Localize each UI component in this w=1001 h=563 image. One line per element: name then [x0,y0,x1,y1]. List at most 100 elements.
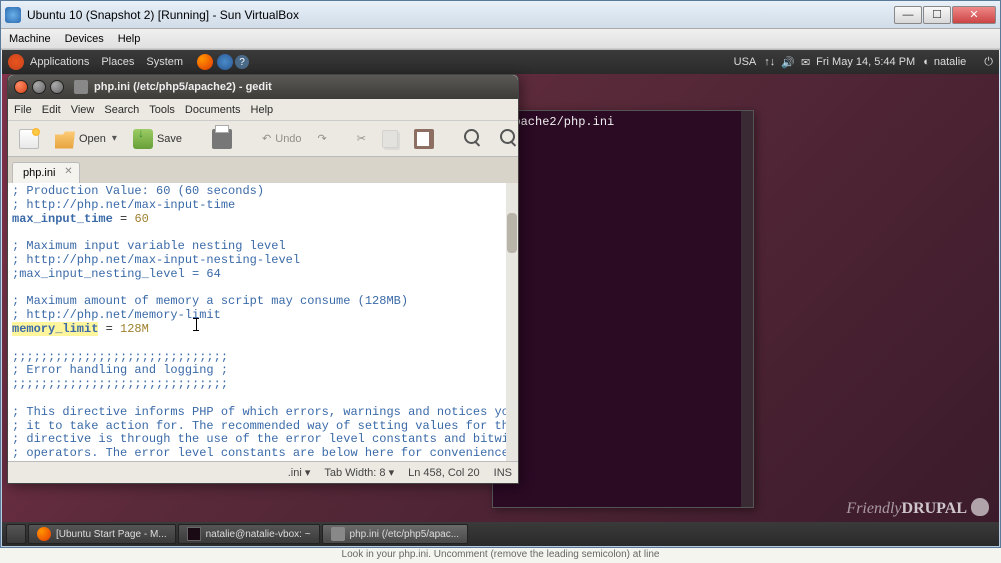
gedit-tab-phpini[interactable]: php.ini ✕ [12,162,80,183]
gedit-statusbar: .ini ▾ Tab Width: 8 ▾ Ln 458, Col 20 INS [8,461,518,483]
status-language[interactable]: .ini ▾ [288,466,311,479]
editor-line: ;max_input_nesting_level = 64 [12,267,221,281]
gedit-tabbar: php.ini ✕ [8,157,518,183]
vbox-menu-machine[interactable]: Machine [9,33,51,45]
evolution-launcher-icon[interactable] [217,54,233,70]
editor-key: max_input_time [12,212,113,226]
gedit-tab-close-icon[interactable]: ✕ [61,166,75,180]
vbox-titlebar[interactable]: Ubuntu 10 (Snapshot 2) [Running] - Sun V… [1,1,1000,29]
network-icon[interactable]: ↑↓ [764,56,775,68]
vbox-menu-devices[interactable]: Devices [65,33,104,45]
editor-line: ; Maximum input variable nesting level [12,239,286,253]
editor-key-highlight: memory_limit [12,322,98,336]
close-button[interactable]: ✕ [952,6,996,24]
gedit-maximize-button[interactable] [50,80,64,94]
taskbar-terminal[interactable]: natalie@natalie-vbox: ~ [178,524,320,544]
user-switch-icon[interactable]: ◐ [923,56,930,68]
open-dropdown-icon[interactable]: ▾ [110,133,117,144]
gedit-menu-file[interactable]: File [14,104,32,116]
taskbar-label: php.ini (/etc/php5/apac... [350,529,460,540]
open-label: Open [79,133,106,145]
terminal-window[interactable]: /apache2/php.ini [492,110,754,508]
gedit-toolbar: Open ▾ Save ↶Undo ↷ ✂ [8,121,518,157]
panel-places[interactable]: Places [101,56,134,68]
status-tabwidth[interactable]: Tab Width: 8 ▾ [324,466,394,479]
taskbar-label: natalie@natalie-vbox: ~ [206,529,311,540]
ubuntu-bottom-panel: [Ubuntu Start Page - M... natalie@natali… [2,522,999,546]
gedit-menu-help[interactable]: Help [251,104,274,116]
gedit-menu-view[interactable]: View [71,104,95,116]
editor-line: ; it to take action for. The recommended… [12,419,518,433]
terminal-output: /apache2/php.ini [493,111,753,133]
print-icon [212,129,232,149]
cut-button[interactable]: ✂ [352,129,371,148]
save-icon [133,129,153,149]
editor-line: ;;;;;;;;;;;;;;;;;;;;;;;;;;;;;; [12,377,228,391]
editor-val: 60 [134,212,148,226]
gedit-window: php.ini (/etc/php5/apache2) - gedit File… [7,74,519,484]
open-button[interactable]: Open ▾ [50,126,122,152]
power-icon[interactable]: ⏻ [984,56,993,69]
firefox-launcher-icon[interactable] [197,54,213,70]
drupal-smiley-icon [971,498,989,516]
copy-button[interactable] [377,127,403,151]
panel-system[interactable]: System [146,56,183,68]
panel-clock[interactable]: Fri May 14, 5:44 PM [816,56,915,68]
gedit-menu-documents[interactable]: Documents [185,104,241,116]
new-button[interactable] [14,126,44,152]
redo-button[interactable]: ↷ [313,129,332,148]
terminal-scrollbar[interactable] [741,111,753,507]
watermark-text-1: Friendly [846,500,901,517]
ubuntu-logo-icon[interactable] [8,54,24,70]
gedit-app-icon [74,80,88,94]
cut-icon: ✂ [357,132,366,145]
taskbar-gedit[interactable]: php.ini (/etc/php5/apac... [322,524,469,544]
editor-line: ; http://php.net/max-input-nesting-level [12,253,300,267]
save-label: Save [157,133,182,145]
replace-icon [500,129,520,149]
show-desktop-button[interactable] [6,524,26,544]
print-button[interactable] [207,126,237,152]
volume-icon[interactable]: 🔊 [781,56,795,69]
minimize-button[interactable]: — [894,6,922,24]
keyboard-indicator[interactable]: USA [734,56,757,68]
gedit-editor[interactable]: ; Production Value: 60 (60 seconds) ; ht… [8,183,518,461]
find-button[interactable] [459,126,489,152]
editor-line: ; This directive informs PHP of which er… [12,405,518,419]
gedit-titlebar[interactable]: php.ini (/etc/php5/apache2) - gedit [8,75,518,99]
paste-button[interactable] [409,126,439,152]
panel-user[interactable]: natalie [934,56,966,68]
editor-line: ;;;;;;;;;;;;;;;;;;;;;;;;;;;;;; [12,350,228,364]
gedit-scrollbar[interactable] [506,183,518,461]
gedit-menu-tools[interactable]: Tools [149,104,175,116]
editor-line: ; Production Value: 60 (60 seconds) [12,184,264,198]
gedit-menu-edit[interactable]: Edit [42,104,61,116]
find-icon [464,129,484,149]
undo-button[interactable]: ↶Undo [257,129,307,148]
ubuntu-top-panel: Applications Places System ? USA ↑↓ 🔊 ✉ … [2,50,999,74]
taskbar-firefox[interactable]: [Ubuntu Start Page - M... [28,524,176,544]
maximize-button[interactable]: ☐ [923,6,951,24]
gedit-minimize-button[interactable] [32,80,46,94]
vbox-menu-help[interactable]: Help [118,33,141,45]
taskbar-label: [Ubuntu Start Page - M... [56,529,167,540]
open-folder-icon [55,129,75,149]
panel-applications[interactable]: Applications [30,56,89,68]
watermark-text-2: DRUPAL [902,500,967,517]
gedit-close-button[interactable] [14,80,28,94]
status-mode[interactable]: INS [494,467,512,479]
gedit-menu-search[interactable]: Search [104,104,139,116]
gedit-icon [331,527,345,541]
vbox-window: Ubuntu 10 (Snapshot 2) [Running] - Sun V… [0,0,1001,548]
replace-button[interactable] [495,126,525,152]
help-launcher-icon[interactable]: ? [235,55,249,69]
redo-icon: ↷ [318,132,327,145]
editor-val: 128M [120,322,149,336]
text-cursor-icon [196,318,197,331]
mail-icon[interactable]: ✉ [801,56,810,69]
gedit-tab-label: php.ini [23,167,55,179]
copy-icon [382,130,398,148]
gedit-scroll-thumb[interactable] [507,213,517,253]
watermark: FriendlyDRUPAL [846,498,989,518]
save-button[interactable]: Save [128,126,187,152]
